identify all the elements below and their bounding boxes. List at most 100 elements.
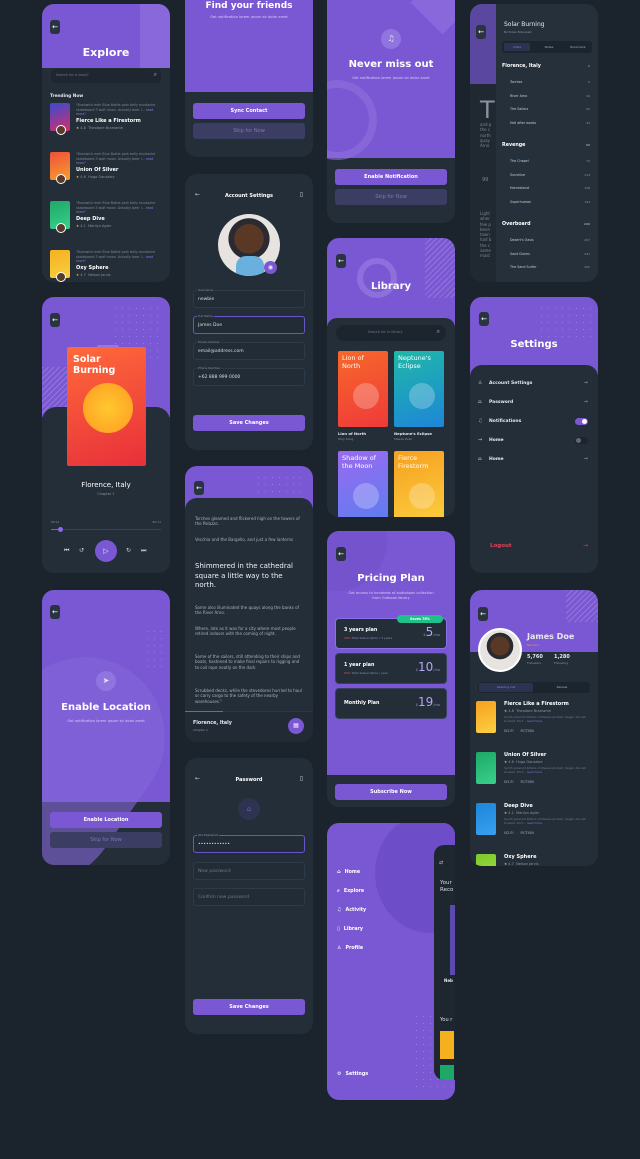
toc-item[interactable]: Torches 5	[510, 80, 590, 84]
progress-slider[interactable]	[51, 527, 161, 532]
menu-item-library[interactable]: ▯ Library	[337, 926, 363, 932]
star-icon: ★	[504, 760, 508, 764]
toc-item[interactable]: Superhuman 144	[510, 200, 590, 204]
plan-option[interactable]: 1 year plan 50% Total Subscription / year…	[335, 653, 447, 684]
save-changes-button[interactable]: Save Changes	[193, 415, 305, 431]
email-address-field[interactable]: Email Address email@address.com	[193, 340, 305, 360]
reading-list-item[interactable]: Fierce Like a Firestorm ★ 4.8 Theodore Br…	[476, 701, 592, 751]
back-button[interactable]: ←	[50, 313, 60, 327]
tab-review[interactable]: Review	[535, 683, 589, 692]
plan-option[interactable]: Monthly Plan $19/mo	[335, 688, 447, 719]
camera-icon[interactable]: ◉	[264, 261, 277, 274]
toc-item[interactable]: Hell after words 44	[510, 121, 590, 125]
settings-item[interactable]: ♙ Account Settings →	[478, 379, 590, 391]
toggle-switch[interactable]	[575, 437, 588, 444]
toc-item[interactable]: The Sailors 32	[510, 107, 590, 111]
settings-item[interactable]: ⌂ Password →	[478, 398, 590, 410]
skip-next-icon[interactable]: ⏭	[141, 547, 146, 555]
back-button[interactable]: ←	[336, 547, 346, 561]
library-book[interactable]: Lion of North Lion of North Tony Song	[338, 351, 388, 447]
phone-number-field[interactable]: Phone Number +62 888 999 0000	[193, 366, 305, 386]
settings-item[interactable]: ♫ Notifications	[478, 417, 590, 429]
toc-item[interactable]: Overboard 200	[502, 222, 590, 227]
notification-screen: ♫ Never miss out Get notification lorem …	[327, 0, 455, 223]
back-button[interactable]: ←	[476, 25, 486, 39]
play-button[interactable]: ▷	[95, 540, 117, 562]
skip-button[interactable]: Skip for Now	[50, 832, 162, 848]
book-list-item[interactable]: "Bushwick meh Blue Bottle pork belly mus…	[50, 152, 162, 200]
bookmark-icon[interactable]: ▯	[300, 775, 303, 782]
username-field[interactable]: Username newbie	[193, 288, 305, 308]
progress-knob[interactable]	[57, 527, 63, 532]
confirm-password-field[interactable]: Confirm new password	[193, 888, 305, 906]
bookmark-icon[interactable]: ▯	[300, 191, 303, 198]
save-changes-button[interactable]: Save Changes	[193, 999, 305, 1015]
rewind-icon[interactable]: ↺	[79, 547, 84, 554]
book-description: Synth polaroid bitters chillwave pickled…	[504, 817, 586, 825]
menu-item-home[interactable]: ⌂ Home	[337, 869, 360, 875]
toc-item[interactable]: The Chapel 72	[510, 159, 590, 163]
tab-reading-list[interactable]: Reading List	[479, 683, 533, 692]
arrow-icon[interactable]: →	[584, 399, 588, 405]
tab-index[interactable]: Index	[504, 43, 530, 51]
toggle-switch[interactable]	[575, 418, 588, 425]
book-list-item[interactable]: "Bushwick meh Blue Bottle pork belly mus…	[50, 201, 162, 249]
enable-location-button[interactable]: Enable Location	[50, 812, 162, 828]
arrow-icon[interactable]: →	[584, 380, 588, 386]
toc-item[interactable]: Desert's Oasis 207	[510, 238, 590, 242]
toc-item[interactable]: The Sand Surfer 250	[510, 265, 590, 269]
toc-item[interactable]: Homestand 128	[510, 186, 590, 190]
book-title: Oxy Sphere	[76, 265, 109, 271]
back-button[interactable]: ←	[194, 481, 204, 495]
back-button[interactable]: ←	[50, 20, 60, 34]
back-button[interactable]: ←	[336, 254, 346, 268]
library-book[interactable]: Fierce Firestorm	[394, 451, 444, 517]
reading-list-item[interactable]: Deep Dive ★ 4.1 Marilyn Agler Synth polaro…	[476, 803, 592, 853]
tab-notes[interactable]: Notes	[536, 43, 562, 51]
logout-arrow-icon[interactable]: →	[583, 542, 588, 549]
back-button[interactable]: ←	[479, 312, 489, 326]
enable-notification-button[interactable]: Enable Notification	[335, 169, 447, 185]
reading-list-item[interactable]: Union Of Silver ★ 4.6 Hugo Gonzalez Synth …	[476, 752, 592, 802]
toc-item[interactable]: Revenge 89	[502, 143, 590, 148]
back-button[interactable]: ←	[50, 605, 60, 619]
arrow-icon[interactable]: →	[584, 456, 588, 462]
menu-item-explore[interactable]: ⌕ Explore	[337, 888, 364, 894]
menu-item-activity[interactable]: ♫ Activity	[337, 907, 366, 913]
toc-item[interactable]: River Arno 16	[510, 94, 590, 98]
skip-button[interactable]: Skip for Now	[193, 123, 305, 139]
sync-contact-button[interactable]: Sync Contact	[193, 103, 305, 119]
menu-item-profile[interactable]: ♙ Profile	[337, 945, 363, 951]
search-input[interactable]: Search for a book? ⌕	[51, 69, 161, 83]
toc-item[interactable]: Sand Dunes 231	[510, 252, 590, 256]
settings-item[interactable]: → Home	[478, 436, 590, 448]
full-name-field[interactable]: Full Name James Doe	[193, 314, 305, 334]
toc-item[interactable]: Florence, Italy 1	[502, 64, 590, 69]
search-icon[interactable]: ⌕	[154, 71, 157, 79]
book-list-item[interactable]: "Bushwick meh Blue Bottle pork belly mus…	[50, 250, 162, 282]
tab-bookmark[interactable]: Bookmark	[564, 43, 592, 51]
skip-button[interactable]: Skip for Now	[335, 189, 447, 205]
settings-item[interactable]: ⌂ Home →	[478, 455, 590, 467]
reading-list-item[interactable]: Oxy Sphere ★ 4.7 Nelson Jarvis	[476, 854, 592, 866]
subscribe-button[interactable]: Subscribe Now	[335, 784, 447, 800]
library-book[interactable]: Shadow of the Moon	[338, 451, 388, 517]
back-button[interactable]: ←	[478, 607, 488, 621]
read-more-link[interactable]: read more	[527, 821, 542, 825]
app-preview-panel[interactable]: ⇄ Your Reco Neb You r	[434, 845, 455, 1080]
logout-button[interactable]: Logout	[490, 543, 512, 549]
chapters-button[interactable]: ▦	[288, 718, 304, 734]
account-settings-screen: ← Account Settings ▯ ◉ Username newbie Ful…	[185, 174, 313, 450]
read-more-link[interactable]: read more	[527, 770, 542, 774]
menu-item-settings[interactable]: ⚙ Settings	[337, 1071, 368, 1077]
library-book[interactable]: Neptune's Eclipse Neptune's Eclipse Maeda…	[394, 351, 444, 447]
new-password-field[interactable]: New password	[193, 862, 305, 880]
old-password-field[interactable]: Old Password ••••••••••••	[193, 833, 305, 853]
search-input[interactable]: Search for in library ⌕	[336, 325, 446, 341]
toc-item[interactable]: Sunshine 114	[510, 173, 590, 177]
book-list-item[interactable]: "Bushwick meh Blue Bottle pork belly mus…	[50, 103, 162, 151]
forward-icon[interactable]: ↻	[126, 547, 131, 554]
read-more-link[interactable]: read more	[527, 719, 542, 723]
search-icon[interactable]: ⌕	[437, 328, 440, 336]
skip-previous-icon[interactable]: ⏮	[64, 547, 69, 555]
